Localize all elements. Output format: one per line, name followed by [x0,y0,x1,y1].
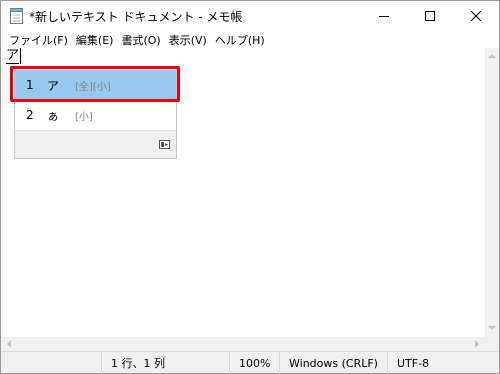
expand-icon[interactable] [159,140,170,149]
menu-view[interactable]: 表示(V) [165,32,211,48]
vertical-scrollbar[interactable] [485,48,499,337]
scroll-left-arrow-icon[interactable] [6,340,11,348]
candidate-info: [小] [75,111,93,123]
composition-text: ア [6,48,20,64]
menu-bar: ファイル(F) 編集(E) 書式(O) 表示(V) ヘルプ(H) [1,31,499,48]
menu-format[interactable]: 書式(O) [117,32,164,48]
line-ending: Windows (CRLF) [279,352,387,374]
notepad-window: *新しいテキスト ドキュメント - メモ帳 ファイル(F) 編集(E) 書式(O… [0,0,500,374]
minimize-button[interactable] [361,1,407,31]
candidate-text: ぁ [47,108,60,123]
title-bar[interactable]: *新しいテキスト ドキュメント - メモ帳 [1,1,499,31]
close-icon [471,11,481,21]
scroll-down-arrow-icon[interactable] [488,326,496,331]
close-button[interactable] [453,1,499,31]
menu-help[interactable]: ヘルプ(H) [211,32,269,48]
candidate-item[interactable]: 2 ぁ [小] [15,100,176,130]
encoding: UTF-8 [387,352,499,374]
horizontal-scrollbar[interactable] [1,337,485,351]
scroll-right-arrow-icon[interactable] [475,340,480,348]
status-bar: 1 行、1 列 100% Windows (CRLF) UTF-8 [1,351,499,374]
scroll-up-arrow-icon[interactable] [488,53,496,58]
maximize-button[interactable] [407,1,453,31]
cursor-position: 1 行、1 列 [101,352,229,374]
zoom-level: 100% [229,352,279,374]
candidate-index: 2 [26,108,34,122]
notepad-app-icon [10,8,23,24]
scrollbar-corner [485,337,499,351]
ime-footer [15,130,176,158]
maximize-icon [425,11,435,21]
minimize-icon [379,16,389,17]
highlight-annotation [10,66,180,102]
window-title: *新しいテキスト ドキュメント - メモ帳 [29,10,243,24]
menu-edit[interactable]: 編集(E) [72,32,118,48]
menu-file[interactable]: ファイル(F) [5,32,72,48]
text-caret [20,48,21,64]
